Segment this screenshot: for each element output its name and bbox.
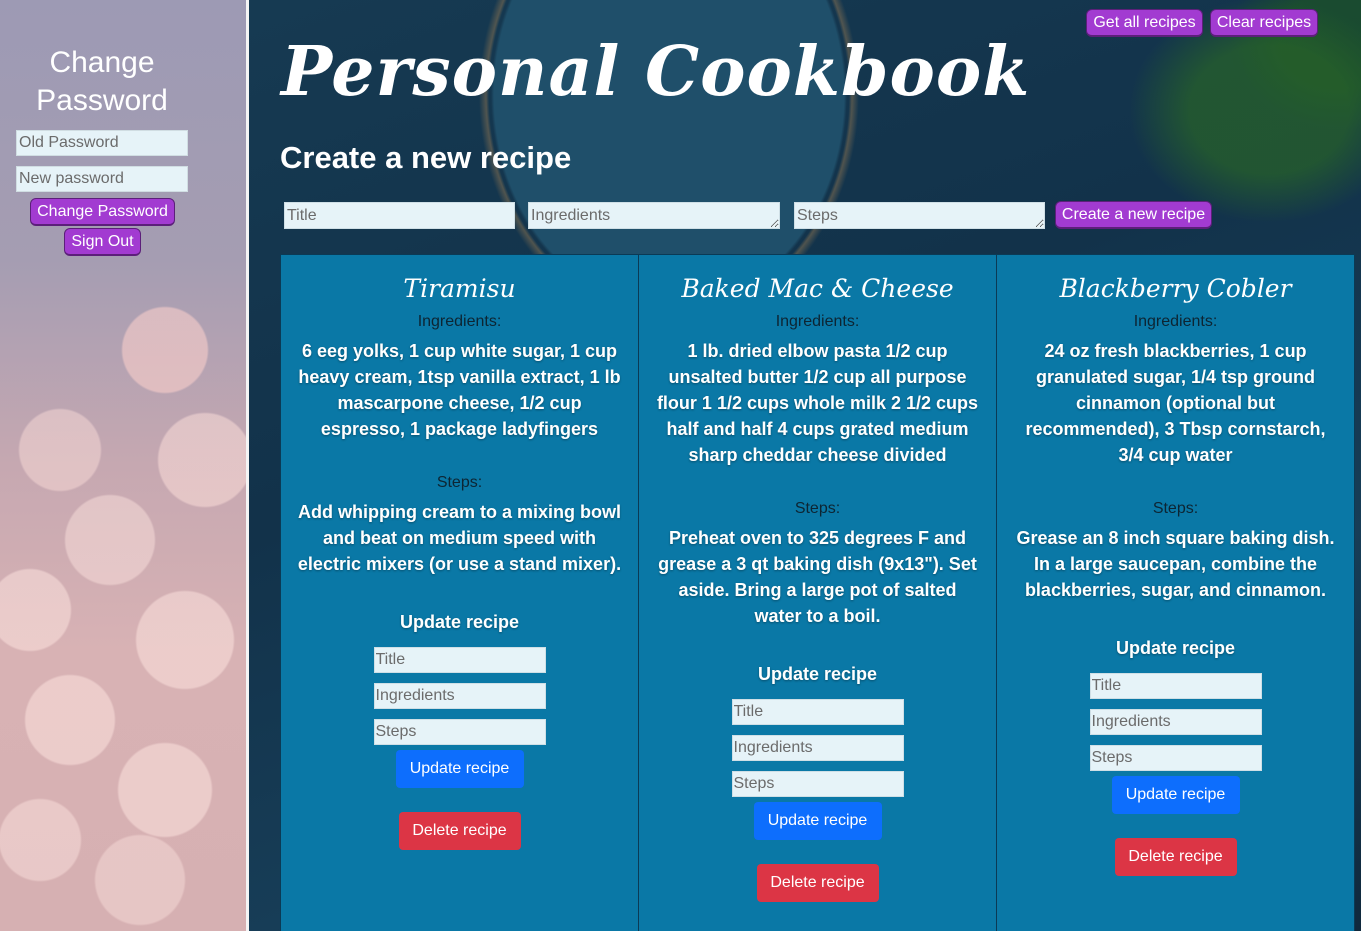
sidebar-title: Change Password bbox=[36, 46, 168, 117]
delete-recipe-button[interactable]: Delete recipe bbox=[1114, 838, 1237, 876]
old-password-input[interactable] bbox=[16, 130, 188, 156]
recipe-title: Tiramisu bbox=[403, 274, 516, 303]
create-ingredients-input[interactable] bbox=[528, 202, 780, 229]
new-password-input[interactable] bbox=[16, 166, 188, 192]
sign-out-button[interactable]: Sign Out bbox=[64, 228, 141, 256]
recipe-ingredients: 6 eeg yolks, 1 cup white sugar, 1 cup he… bbox=[298, 341, 621, 439]
update-recipe-button[interactable]: Update recipe bbox=[753, 802, 882, 840]
brand-title: Personal Cookbook bbox=[281, 32, 1031, 112]
recipe-steps: Preheat oven to 325 degrees F and grease… bbox=[658, 528, 977, 626]
delete-recipe-button[interactable]: Delete recipe bbox=[756, 864, 879, 902]
ingredients-label: Ingredients: bbox=[775, 313, 860, 330]
steps-label: Steps: bbox=[436, 474, 483, 491]
recipe-card: Tiramisu Ingredients: 6 eeg yolks, 1 cup… bbox=[281, 255, 639, 931]
recipe-ingredients: 1 lb. dried elbow pasta 1/2 cup unsalted… bbox=[656, 341, 979, 465]
change-password-button[interactable]: Change Password bbox=[30, 198, 175, 226]
recipe-ingredients: 24 oz fresh blackberries, 1 cup granulat… bbox=[1025, 341, 1326, 465]
update-recipe-button[interactable]: Update recipe bbox=[395, 750, 524, 788]
create-recipe-button[interactable]: Create a new recipe bbox=[1055, 201, 1212, 229]
update-title-input[interactable] bbox=[1089, 673, 1262, 699]
update-steps-input[interactable] bbox=[1089, 745, 1262, 771]
update-ingredients-input[interactable] bbox=[1089, 709, 1262, 735]
update-steps-input[interactable] bbox=[373, 719, 546, 745]
delete-recipe-button[interactable]: Delete recipe bbox=[398, 812, 521, 850]
update-title-input[interactable] bbox=[373, 647, 546, 673]
recipe-list: Tiramisu Ingredients: 6 eeg yolks, 1 cup… bbox=[280, 254, 1355, 931]
create-recipe-heading: Create a new recipe bbox=[280, 140, 572, 175]
update-recipe-button[interactable]: Update recipe bbox=[1111, 776, 1240, 814]
steps-label: Steps: bbox=[794, 500, 841, 517]
update-title-input[interactable] bbox=[731, 699, 904, 725]
steps-label: Steps: bbox=[1152, 500, 1199, 517]
update-recipe-heading: Update recipe bbox=[399, 612, 520, 632]
recipe-title: Baked Mac & Cheese bbox=[681, 274, 954, 303]
update-recipe-heading: Update recipe bbox=[1115, 638, 1236, 658]
update-ingredients-input[interactable] bbox=[373, 683, 546, 709]
update-recipe-heading: Update recipe bbox=[757, 664, 878, 684]
clear-recipes-button[interactable]: Clear recipes bbox=[1210, 9, 1318, 37]
recipe-steps: Add whipping cream to a mixing bowl and … bbox=[297, 502, 622, 574]
recipe-card: Baked Mac & Cheese Ingredients: 1 lb. dr… bbox=[639, 255, 997, 931]
update-ingredients-input[interactable] bbox=[731, 735, 904, 761]
recipe-card: Blackberry Cobler Ingredients: 24 oz fre… bbox=[997, 255, 1354, 931]
recipe-steps: Grease an 8 inch square baking dish. In … bbox=[1016, 528, 1335, 600]
sidebar: Change Password Change Password Sign Out bbox=[0, 0, 246, 931]
recipe-title: Blackberry Cobler bbox=[1059, 274, 1292, 303]
create-steps-input[interactable] bbox=[794, 202, 1045, 229]
ingredients-label: Ingredients: bbox=[417, 313, 502, 330]
update-steps-input[interactable] bbox=[731, 771, 904, 797]
ingredients-label: Ingredients: bbox=[1133, 313, 1218, 330]
get-all-recipes-button[interactable]: Get all recipes bbox=[1086, 9, 1203, 37]
create-title-input[interactable] bbox=[284, 202, 515, 229]
